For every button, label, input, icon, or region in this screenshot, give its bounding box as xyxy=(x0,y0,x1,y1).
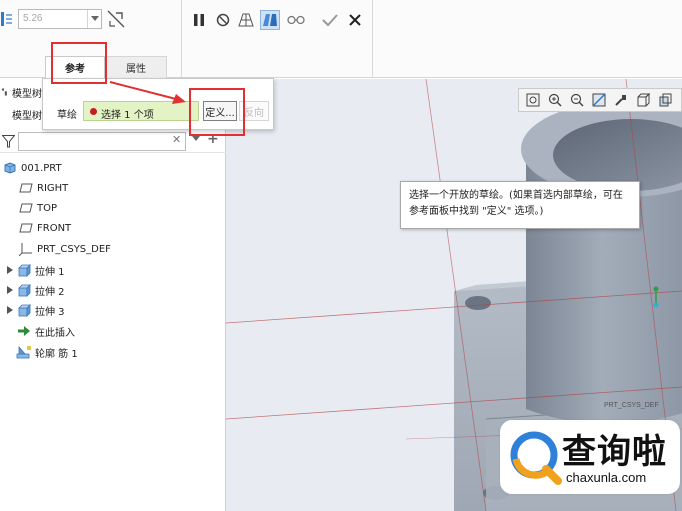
tree-item-front[interactable]: FRONT xyxy=(18,219,71,237)
sketch-collector[interactable]: 选择 1 个项 xyxy=(83,101,199,121)
tree-item-label: 在此插入 xyxy=(35,327,75,339)
part-icon xyxy=(2,161,18,175)
tree-item-label: PRT_CSYS_DEF xyxy=(37,243,111,255)
ribbon-separator xyxy=(372,0,373,78)
feature-dashboard: 5.26 参考 属性 xyxy=(0,0,682,78)
thickness-input[interactable]: 5.26 xyxy=(18,9,102,29)
profile-rib-icon xyxy=(16,345,32,359)
saved-views-button[interactable] xyxy=(633,90,653,110)
tree-item-insert-here[interactable]: 在此插入 xyxy=(16,322,75,340)
thickness-value: 5.26 xyxy=(23,13,43,24)
ok-button[interactable] xyxy=(320,10,340,30)
flip-direction-icon[interactable] xyxy=(106,9,126,29)
glasses-preview-icon xyxy=(287,15,305,25)
csys-label: PRT_CSYS_DEF xyxy=(604,402,659,409)
tree-item-extrude-2[interactable]: 拉伸 2 xyxy=(4,281,65,299)
model-tree-search-input[interactable] xyxy=(18,132,186,151)
saved-views-icon xyxy=(637,93,650,107)
ribbon-separator xyxy=(181,0,182,78)
extrude-icon xyxy=(16,303,32,317)
watermark: 查询啦 chaxunla.com xyxy=(500,420,680,494)
tree-item-label: 拉伸 2 xyxy=(35,286,65,298)
view-manager-button[interactable] xyxy=(655,90,675,110)
pause-button[interactable] xyxy=(189,10,209,30)
datum-plane-icon xyxy=(18,201,34,215)
insert-here-icon xyxy=(16,324,32,338)
verify-button[interactable] xyxy=(260,10,280,30)
tab-references[interactable]: 参考 xyxy=(45,56,105,78)
thickness-icon xyxy=(1,12,12,26)
refit-button[interactable] xyxy=(523,90,543,110)
repaint-button[interactable] xyxy=(589,90,609,110)
extrude-icon xyxy=(16,263,32,277)
zoom-out-button[interactable] xyxy=(567,90,587,110)
required-dot-icon xyxy=(90,108,97,115)
datum-plane-icon xyxy=(18,221,34,235)
display-style-button[interactable] xyxy=(611,90,631,110)
model-tree-tab[interactable]: 模型树 xyxy=(12,107,46,121)
zoom-in-icon xyxy=(548,93,562,107)
no-preview-button[interactable] xyxy=(213,10,233,30)
define-button[interactable]: 定义... xyxy=(203,101,237,121)
view-toolbar xyxy=(518,88,682,112)
display-style-icon xyxy=(615,95,626,106)
no-preview-icon xyxy=(216,13,230,27)
expand-arrow-icon[interactable] xyxy=(4,306,16,314)
tree-item-label: 拉伸 1 xyxy=(35,266,65,278)
sketch-collector-text: 选择 1 个项 xyxy=(101,110,154,121)
tree-item-extrude-1[interactable]: 拉伸 1 xyxy=(4,261,65,279)
add-icon[interactable]: + xyxy=(207,131,219,147)
model-tree-icon xyxy=(2,88,7,96)
references-panel: 草绘 选择 1 个项 定义... 反向 xyxy=(42,78,274,130)
chevron-down-icon[interactable] xyxy=(192,136,200,142)
tree-item-label: FRONT xyxy=(37,222,72,234)
bolt-hole[interactable] xyxy=(465,296,491,310)
tree-item-label: 拉伸 3 xyxy=(35,306,65,318)
zoom-out-icon xyxy=(570,93,584,107)
tree-item-top[interactable]: TOP xyxy=(18,199,57,217)
pause-icon xyxy=(194,14,204,26)
refit-icon xyxy=(526,93,540,107)
tree-item-label: 001.PRT xyxy=(21,162,62,174)
chevron-down-icon xyxy=(90,16,99,21)
tree-item-right[interactable]: RIGHT xyxy=(18,179,68,197)
model-tree-panel: 模型树 模型树 ✕ + 001.PRT RIGHT TOP FRONT PRT_… xyxy=(0,79,226,511)
cancel-button[interactable] xyxy=(345,10,365,30)
tree-item-profile-rib[interactable]: 轮廓 筋 1 xyxy=(16,343,78,361)
datum-plane-icon xyxy=(18,181,34,195)
extrude-icon xyxy=(16,283,32,297)
expand-arrow-icon[interactable] xyxy=(4,286,16,294)
tree-item-label: TOP xyxy=(37,202,58,214)
clear-icon[interactable]: ✕ xyxy=(172,133,181,146)
tree-item-root[interactable]: 001.PRT xyxy=(2,159,62,177)
tree-item-label: RIGHT xyxy=(37,182,69,194)
verify-icon xyxy=(263,14,277,26)
csys-icon xyxy=(18,242,34,256)
model-tree-title-text: 模型树 xyxy=(12,88,42,100)
tree-item-label: 轮廓 筋 1 xyxy=(35,348,78,360)
expand-arrow-icon[interactable] xyxy=(4,266,16,274)
model-tree-title: 模型树 xyxy=(2,85,42,99)
tree-item-extrude-3[interactable]: 拉伸 3 xyxy=(4,301,65,319)
thickness-dropdown[interactable] xyxy=(87,10,101,28)
cancel-icon xyxy=(349,14,361,26)
watermark-domain: chaxunla.com xyxy=(566,470,647,485)
tree-item-csys[interactable]: PRT_CSYS_DEF xyxy=(18,240,111,258)
watermark-logo-icon xyxy=(510,431,562,485)
view-manager-icon xyxy=(659,93,672,107)
tab-properties[interactable]: 属性 xyxy=(105,56,167,78)
zoom-in-button[interactable] xyxy=(545,90,565,110)
preview-button[interactable] xyxy=(236,10,256,30)
repaint-icon xyxy=(592,93,606,107)
ok-icon xyxy=(322,14,338,27)
reverse-button[interactable]: 反向 xyxy=(239,101,269,121)
glasses-preview-button[interactable] xyxy=(286,10,306,30)
sketch-tooltip: 选择一个开放的草绘。(如果首选内部草绘，可在参考面板中找到 "定义" 选项。) xyxy=(400,181,640,229)
sketch-label: 草绘 xyxy=(57,110,77,121)
filter-icon[interactable] xyxy=(2,135,15,148)
model-tree-toolbar: ✕ + xyxy=(0,131,226,153)
preview-icon xyxy=(238,13,254,27)
watermark-brand: 查询啦 xyxy=(562,432,667,472)
